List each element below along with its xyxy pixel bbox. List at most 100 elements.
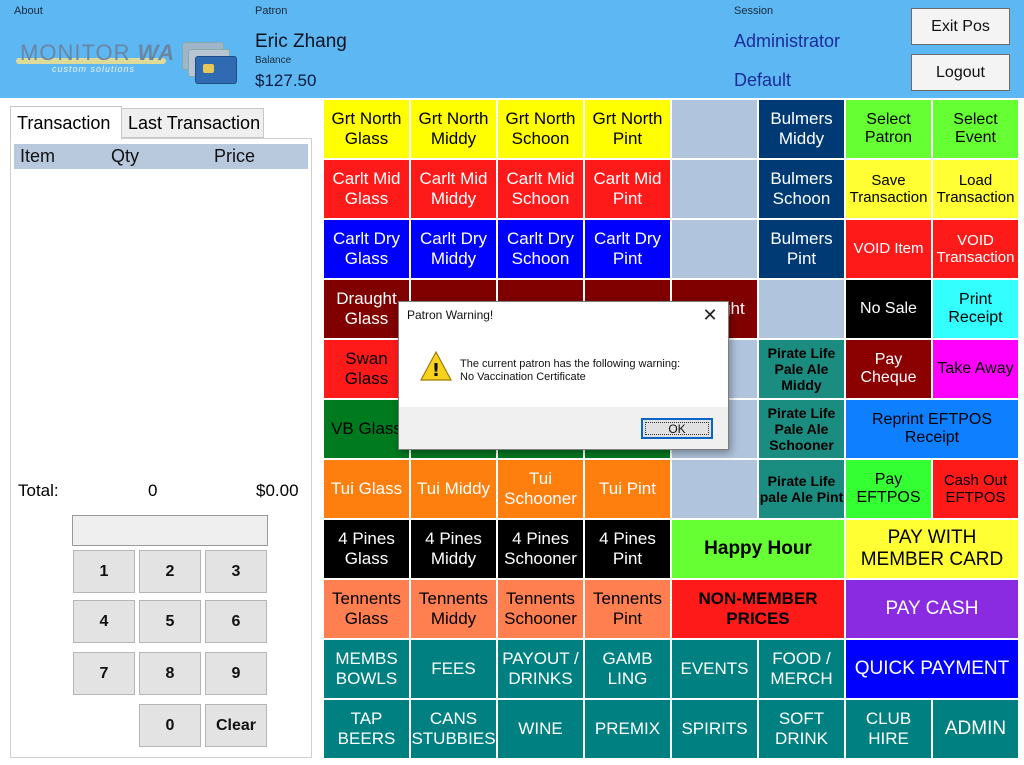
grid-button-bulmers-schoon[interactable]: Bulmers Schoon — [759, 160, 844, 218]
grid-button-pay-eftpos[interactable]: Pay EFTPOS — [846, 460, 931, 518]
grid-button-carlt-dry-schoon[interactable]: Carlt Dry Schoon — [498, 220, 583, 278]
grid-button-pirate-life-pale-ale-schooner[interactable]: Pirate Life Pale Ale Schooner — [759, 400, 844, 458]
monitor-wa-logo: MONITOR WA custom solutions — [16, 40, 237, 88]
grid-button-take-away[interactable]: Take Away — [933, 340, 1018, 398]
grid-button-carlt-dry-middy[interactable]: Carlt Dry Middy — [411, 220, 496, 278]
grid-button-tui-middy[interactable]: Tui Middy — [411, 460, 496, 518]
grid-button-tui-schooner[interactable]: Tui Schooner — [498, 460, 583, 518]
grid-button-gamb-ling[interactable]: GAMB LING — [585, 640, 670, 698]
grid-button-membs-bowls[interactable]: MEMBS BOWLS — [324, 640, 409, 698]
grid-button-void-transaction[interactable]: VOID Transaction — [933, 220, 1018, 278]
tab-transaction[interactable]: Transaction — [10, 106, 122, 139]
grid-button-spirits[interactable]: SPIRITS — [672, 700, 757, 758]
grid-button-tui-glass[interactable]: Tui Glass — [324, 460, 409, 518]
grid-button-admin[interactable]: ADMIN — [933, 700, 1018, 758]
logo-text: MONITOR WA — [20, 40, 176, 65]
keypad-clear-button[interactable]: Clear — [205, 704, 267, 747]
grid-button-pirate-life-pale-ale-pint[interactable]: Pirate Life pale Ale Pint — [759, 460, 844, 518]
grid-button-4-pines-schooner[interactable]: 4 Pines Schooner — [498, 520, 583, 578]
grid-button-wine[interactable]: WINE — [498, 700, 583, 758]
keypad-key-9[interactable]: 9 — [205, 652, 267, 695]
grid-empty-cell — [672, 220, 757, 278]
grid-button-bulmers-middy[interactable]: Bulmers Middy — [759, 100, 844, 158]
grid-button-vb-glass[interactable]: VB Glass — [324, 400, 409, 458]
grid-button-non-member-prices[interactable]: NON-MEMBER PRICES — [672, 580, 844, 638]
patron-label: Patron — [255, 5, 288, 17]
keypad-key-3[interactable]: 3 — [205, 550, 267, 593]
keypad-key-2[interactable]: 2 — [139, 550, 201, 593]
grid-button-tennents-pint[interactable]: Tennents Pint — [585, 580, 670, 638]
grid-button-void-item[interactable]: VOID Item — [846, 220, 931, 278]
grid-button-save-transaction[interactable]: Save Transaction — [846, 160, 931, 218]
grid-button-swan-glass[interactable]: Swan Glass — [324, 340, 409, 398]
grid-button-4-pines-middy[interactable]: 4 Pines Middy — [411, 520, 496, 578]
grid-button-quick-payment[interactable]: QUICK PAYMENT — [846, 640, 1018, 698]
grid-button-tennents-middy[interactable]: Tennents Middy — [411, 580, 496, 638]
keypad-key-4[interactable]: 4 — [73, 600, 135, 643]
grid-button-grt-north-schoon[interactable]: Grt North Schoon — [498, 100, 583, 158]
grid-button-grt-north-pint[interactable]: Grt North Pint — [585, 100, 670, 158]
grid-button-4-pines-pint[interactable]: 4 Pines Pint — [585, 520, 670, 578]
balance-value: $127.50 — [255, 71, 317, 90]
grid-button-select-event[interactable]: Select Event — [933, 100, 1018, 158]
grid-button-events[interactable]: EVENTS — [672, 640, 757, 698]
svg-text:!: ! — [432, 360, 440, 381]
grid-button-draught-glass[interactable]: Draught Glass — [324, 280, 409, 338]
grid-button-pay-cheque[interactable]: Pay Cheque — [846, 340, 931, 398]
session-label: Session — [734, 5, 774, 17]
grid-button-print-receipt[interactable]: Print Receipt — [933, 280, 1018, 338]
ok-button[interactable]: OK — [641, 418, 713, 439]
exit-pos-button[interactable]: Exit Pos — [911, 8, 1010, 45]
grid-empty-cell — [672, 160, 757, 218]
grid-button-select-patron[interactable]: Select Patron — [846, 100, 931, 158]
grid-empty-cell — [759, 280, 844, 338]
grid-button-cans-stubbies[interactable]: CANS STUBBIES — [411, 700, 496, 758]
grid-button-carlt-dry-glass[interactable]: Carlt Dry Glass — [324, 220, 409, 278]
grid-button-4-pines-glass[interactable]: 4 Pines Glass — [324, 520, 409, 578]
about-link[interactable]: About — [14, 5, 43, 17]
grid-button-soft-drink[interactable]: SOFT DRINK — [759, 700, 844, 758]
grid-button-club-hire[interactable]: CLUB HIRE — [846, 700, 931, 758]
grid-button-carlt-mid-schoon[interactable]: Carlt Mid Schoon — [498, 160, 583, 218]
grid-button-grt-north-middy[interactable]: Grt North Middy — [411, 100, 496, 158]
grid-button-bulmers-pint[interactable]: Bulmers Pint — [759, 220, 844, 278]
logout-button[interactable]: Logout — [911, 54, 1010, 91]
grid-button-carlt-mid-pint[interactable]: Carlt Mid Pint — [585, 160, 670, 218]
keypad-key-7[interactable]: 7 — [73, 652, 135, 695]
keypad-key-1[interactable]: 1 — [73, 550, 135, 593]
grid-button-tui-pint[interactable]: Tui Pint — [585, 460, 670, 518]
grid-button-premix[interactable]: PREMIX — [585, 700, 670, 758]
grid-button-no-sale[interactable]: No Sale — [846, 280, 931, 338]
grid-button-carlt-mid-glass[interactable]: Carlt Mid Glass — [324, 160, 409, 218]
close-icon[interactable]: ✕ — [698, 304, 722, 326]
grid-empty-cell — [672, 100, 757, 158]
header-bar: About MONITOR WA custom solutions Patron… — [0, 0, 1024, 98]
session-user: Administrator — [734, 31, 841, 51]
column-qty: Qty — [111, 146, 140, 166]
keypad-key-0[interactable]: 0 — [139, 704, 201, 747]
grid-button-tap-beers[interactable]: TAP BEERS — [324, 700, 409, 758]
grid-button-reprint-eftpos-receipt[interactable]: Reprint EFTPOS Receipt — [846, 400, 1018, 458]
keypad-key-5[interactable]: 5 — [139, 600, 201, 643]
tab-last-transaction[interactable]: Last Transaction — [121, 108, 264, 138]
grid-button-fees[interactable]: FEES — [411, 640, 496, 698]
grid-button-load-transaction[interactable]: Load Transaction — [933, 160, 1018, 218]
grid-button-tennents-glass[interactable]: Tennents Glass — [324, 580, 409, 638]
amount-input[interactable] — [72, 515, 268, 546]
grid-button-payout-drinks[interactable]: PAYOUT / DRINKS — [498, 640, 583, 698]
grid-button-happy-hour[interactable]: Happy Hour — [672, 520, 844, 578]
logo-tagline: custom solutions — [52, 64, 136, 74]
grid-button-tennents-schooner[interactable]: Tennents Schooner — [498, 580, 583, 638]
dialog-footer: OK — [399, 407, 728, 449]
keypad-key-6[interactable]: 6 — [205, 600, 267, 643]
grid-button-carlt-dry-pint[interactable]: Carlt Dry Pint — [585, 220, 670, 278]
grid-button-pirate-life-pale-ale-middy[interactable]: Pirate Life Pale Ale Middy — [759, 340, 844, 398]
grid-button-pay-cash[interactable]: PAY CASH — [846, 580, 1018, 638]
grid-button-grt-north-glass[interactable]: Grt North Glass — [324, 100, 409, 158]
grid-button-food-merch[interactable]: FOOD / MERCH — [759, 640, 844, 698]
grid-button-pay-with-member-card[interactable]: PAY WITH MEMBER CARD — [846, 520, 1018, 578]
grid-button-cash-out-eftpos[interactable]: Cash Out EFTPOS — [933, 460, 1018, 518]
keypad-key-8[interactable]: 8 — [139, 652, 201, 695]
grid-button-carlt-mid-middy[interactable]: Carlt Mid Middy — [411, 160, 496, 218]
dialog-message-line-2: No Vaccination Certificate — [460, 371, 586, 383]
